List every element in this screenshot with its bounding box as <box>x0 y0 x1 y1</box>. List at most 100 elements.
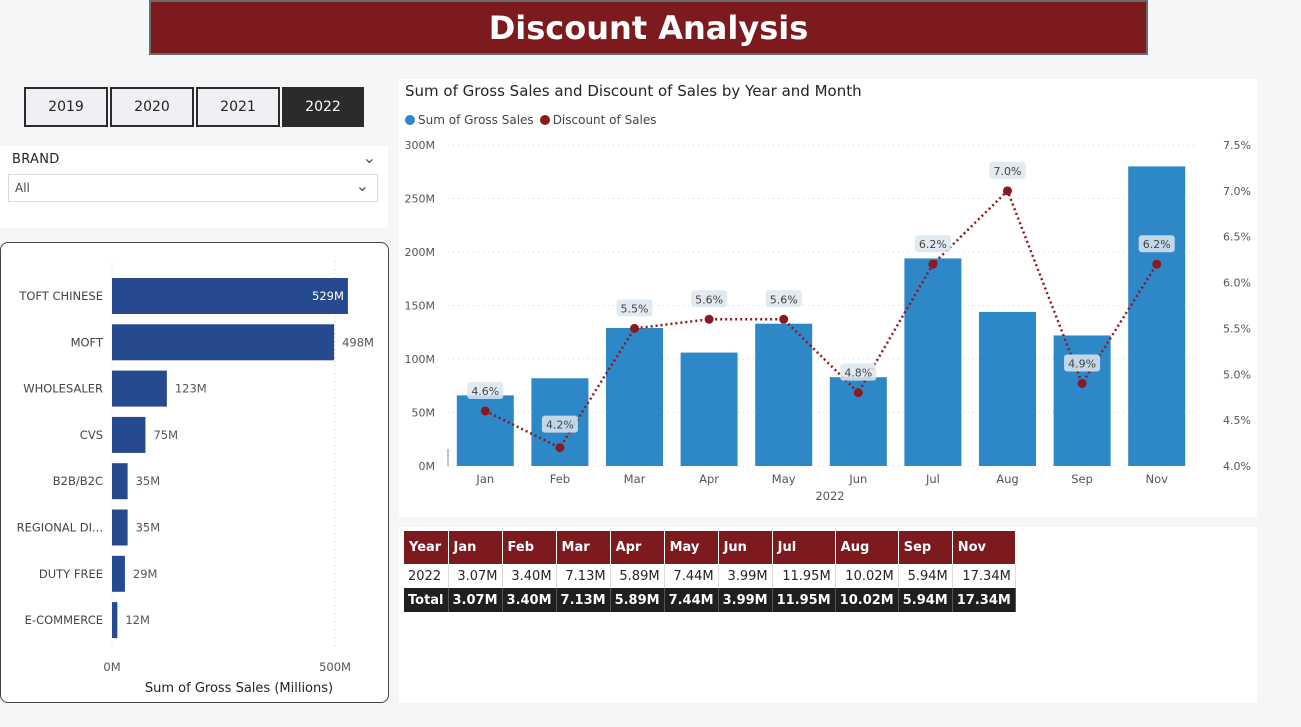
bar[interactable] <box>112 324 335 361</box>
data-point[interactable] <box>480 406 490 416</box>
bar[interactable] <box>112 509 128 546</box>
data-point[interactable] <box>1077 378 1087 388</box>
data-point[interactable] <box>1003 186 1012 196</box>
bar[interactable] <box>112 555 125 592</box>
column-header[interactable]: Nov <box>952 531 1016 564</box>
table-cell: 3.99M <box>718 588 773 612</box>
y2-tick-label: 6.5% <box>1223 231 1251 244</box>
bar[interactable] <box>979 311 1036 466</box>
data-point[interactable] <box>1152 259 1162 269</box>
table-header-row: Year Jan Feb Mar Apr May Jun Jul Aug Sep Nov <box>404 531 1016 564</box>
data-label: 123M <box>175 382 207 396</box>
data-point[interactable] <box>630 323 639 333</box>
y-tick-label: 0M <box>419 460 436 473</box>
bar[interactable] <box>112 602 118 639</box>
brand-dropdown[interactable]: All ⌄ <box>8 174 378 202</box>
table-cell: 17.34M <box>952 564 1016 588</box>
y2-tick-label: 7.5% <box>1223 139 1251 152</box>
chevron-down-icon[interactable]: ⌄ <box>363 148 376 167</box>
x-axis-title: 2022 <box>815 489 844 503</box>
data-label: 35M <box>136 521 161 535</box>
bar[interactable] <box>1128 166 1186 466</box>
column-header[interactable]: Apr <box>610 531 665 564</box>
y-tick-label: 250M <box>405 193 436 206</box>
data-label: 4.2% <box>546 419 574 432</box>
y2-tick-label: 6.0% <box>1223 277 1251 290</box>
y-tick-label: 100M <box>405 353 436 366</box>
table-cell: 7.44M <box>664 588 719 612</box>
tick-label: 500M <box>319 660 351 674</box>
column-header[interactable]: Sep <box>898 531 953 564</box>
category-label: E-COMMERCE <box>25 613 103 627</box>
data-label: 4.6% <box>471 385 499 398</box>
bar[interactable] <box>755 323 813 466</box>
sales-discount-chart[interactable]: Sum of Gross Sales and Discount of Sales… <box>399 79 1257 517</box>
column-header[interactable]: Mar <box>556 531 611 564</box>
table-cell: 3.40M <box>502 588 557 612</box>
table-cell: 10.02M <box>835 588 899 612</box>
table-cell: 3.99M <box>718 564 773 588</box>
data-label: 7.0% <box>994 165 1022 178</box>
bar[interactable] <box>112 370 167 407</box>
bar[interactable] <box>904 258 962 466</box>
table-cell: Total <box>404 588 449 612</box>
y2-tick-label: 7.0% <box>1223 185 1251 198</box>
table-cell: 7.13M <box>556 588 611 612</box>
y2-tick-label: 5.5% <box>1223 322 1251 335</box>
y-tick-label: 300M <box>405 139 436 152</box>
page-title: Discount Analysis <box>149 0 1148 55</box>
x-tick-label: Mar <box>624 472 646 486</box>
category-label: MOFT <box>71 335 104 349</box>
column-header[interactable]: Jul <box>772 531 836 564</box>
table-cell: 5.89M <box>610 564 665 588</box>
data-label: 4.9% <box>1068 357 1096 370</box>
table-cell: 11.95M <box>772 588 836 612</box>
year-button-2021[interactable]: 2021 <box>196 87 280 127</box>
x-tick-label: Aug <box>996 472 1018 486</box>
x-tick-label: Feb <box>550 472 570 486</box>
y-tick-label: 150M <box>405 300 436 313</box>
y2-tick-label: 5.0% <box>1223 368 1251 381</box>
brand-bar-chart-svg: TOFT CHINESE 529M MOFT 498M WHOLESALER 123M CV… <box>17 261 374 696</box>
table-cell: 3.07M <box>448 588 503 612</box>
data-point[interactable] <box>928 259 938 269</box>
column-header[interactable]: Feb <box>502 531 557 564</box>
y-tick-label: 200M <box>405 246 436 259</box>
brand-sales-chart[interactable]: TOFT CHINESE 529M MOFT 498M WHOLESALER 123M CV… <box>0 242 389 703</box>
table-cell: 17.34M <box>952 588 1016 612</box>
data-label: 6.2% <box>1143 238 1171 251</box>
chevron-down-icon: ⌄ <box>355 176 369 195</box>
bar[interactable] <box>112 416 146 453</box>
bar[interactable] <box>680 352 738 466</box>
data-point[interactable] <box>704 314 714 324</box>
y2-tick-label: 4.5% <box>1223 414 1251 427</box>
column-header[interactable]: Year <box>404 531 449 564</box>
bar[interactable] <box>456 395 514 466</box>
column-header[interactable]: Aug <box>835 531 899 564</box>
x-tick-label: Nov <box>1145 472 1168 486</box>
bar[interactable] <box>606 327 663 466</box>
x-tick-label: Jan <box>475 472 494 486</box>
column-header[interactable]: Jun <box>718 531 773 564</box>
data-label: 5.6% <box>695 293 723 306</box>
year-button-2020[interactable]: 2020 <box>110 87 194 127</box>
table-cell: 5.94M <box>898 564 953 588</box>
bar[interactable] <box>112 463 128 500</box>
column-header[interactable]: May <box>664 531 719 564</box>
data-label: 35M <box>136 474 161 488</box>
year-button-2022[interactable]: 2022 <box>282 87 364 127</box>
data-point[interactable] <box>853 388 863 398</box>
table-cell: 3.07M <box>448 564 503 588</box>
table-cell: 10.02M <box>835 564 899 588</box>
category-label: CVS <box>80 428 103 442</box>
x-tick-label: Sep <box>1071 472 1093 486</box>
table-cell: 3.40M <box>502 564 557 588</box>
brand-dropdown-value: All <box>15 181 30 195</box>
matrix-table: Year Jan Feb Mar Apr May Jun Jul Aug Sep Nov 2022 3… <box>404 531 1016 612</box>
table-cell: 7.13M <box>556 564 611 588</box>
table-cell: 5.94M <box>898 588 953 612</box>
year-button-2019[interactable]: 2019 <box>24 87 108 127</box>
column-header[interactable]: Jan <box>448 531 503 564</box>
data-point[interactable] <box>779 314 789 324</box>
data-point[interactable] <box>555 443 565 453</box>
